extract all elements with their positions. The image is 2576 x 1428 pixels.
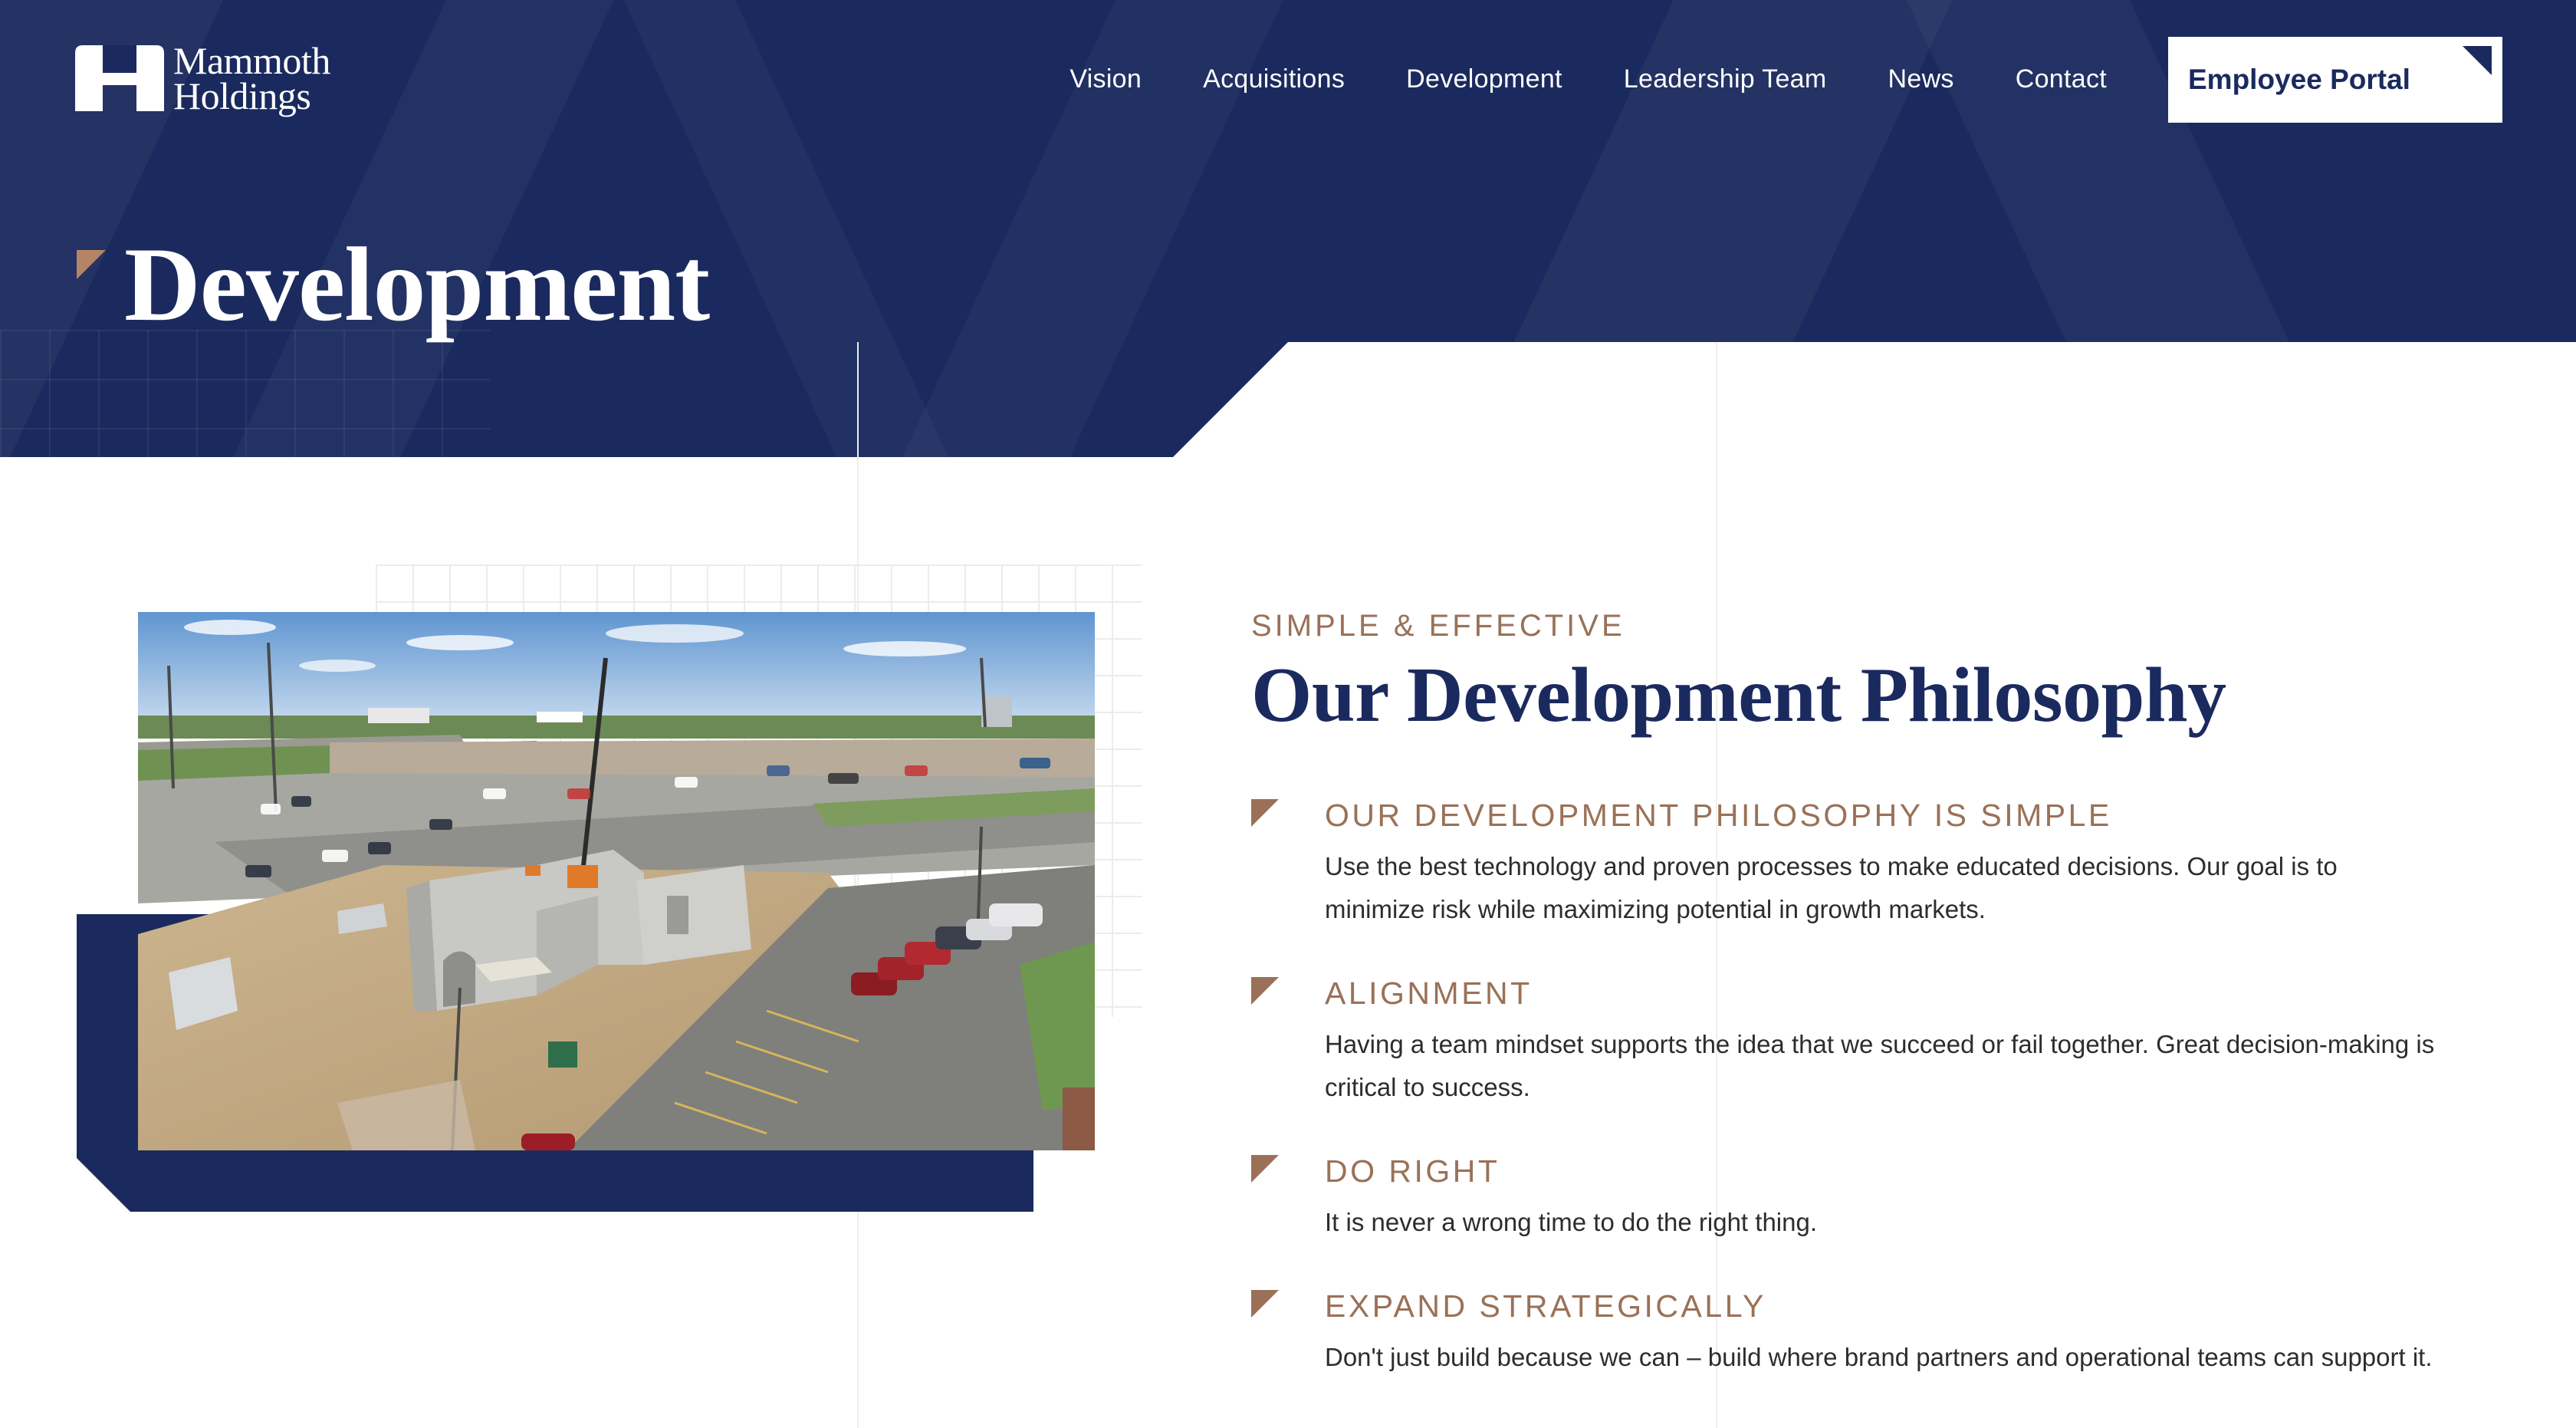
- item-body: It is never a wrong time to do the right…: [1325, 1208, 1818, 1236]
- corner-marker-icon: [1251, 977, 1279, 1005]
- corner-marker-icon: [1251, 1290, 1279, 1318]
- section-eyebrow: SIMPLE & EFFECTIVE: [1251, 609, 1625, 643]
- hero-grid-pattern: [0, 330, 491, 457]
- site-logo[interactable]: Mammoth Holdings: [75, 38, 330, 118]
- corner-marker-icon: [1251, 1155, 1279, 1183]
- nav-development[interactable]: Development: [1406, 64, 1562, 94]
- logo-line-1: Mammoth: [173, 39, 330, 82]
- item-title: ALIGNMENT: [1325, 976, 1533, 1011]
- list-item: ALIGNMENT Having a team mindset supports…: [1251, 974, 2447, 1109]
- page-title: Development: [124, 225, 710, 343]
- construction-site-photo: [138, 612, 1095, 1150]
- mammoth-h-logo-icon: [75, 45, 164, 111]
- main-nav: Vision Acquisitions Development Leadersh…: [1070, 64, 2107, 94]
- logo-line-2: Holdings: [173, 74, 311, 117]
- employee-portal-label: Employee Portal: [2188, 64, 2410, 95]
- list-item: EXPAND STRATEGICALLY Don't just build be…: [1251, 1287, 2447, 1379]
- item-title: EXPAND STRATEGICALLY: [1325, 1288, 1766, 1324]
- section-title: Our Development Philosophy: [1251, 652, 2226, 739]
- nav-vision[interactable]: Vision: [1070, 64, 1142, 94]
- corner-triangle-icon: [2463, 46, 2492, 75]
- nav-contact[interactable]: Contact: [2016, 64, 2107, 94]
- nav-news[interactable]: News: [1888, 64, 1954, 94]
- nav-acquisitions[interactable]: Acquisitions: [1203, 64, 1345, 94]
- item-title: DO RIGHT: [1325, 1153, 1500, 1189]
- nav-leadership-team[interactable]: Leadership Team: [1624, 64, 1827, 94]
- list-item: DO RIGHT It is never a wrong time to do …: [1251, 1152, 2447, 1244]
- philosophy-list: OUR DEVELOPMENT PHILOSOPHY IS SIMPLE Use…: [1251, 796, 2447, 1422]
- employee-portal-button[interactable]: Employee Portal: [2168, 37, 2502, 123]
- item-body: Don't just build because we can – build …: [1325, 1343, 2433, 1371]
- list-item: OUR DEVELOPMENT PHILOSOPHY IS SIMPLE Use…: [1251, 796, 2447, 931]
- philosophy-section: SIMPLE & EFFECTIVE Our Development Philo…: [1251, 609, 2447, 1371]
- item-body: Having a team mindset supports the idea …: [1325, 1030, 2435, 1101]
- item-title: OUR DEVELOPMENT PHILOSOPHY IS SIMPLE: [1325, 798, 2112, 833]
- corner-marker-icon: [77, 250, 106, 279]
- item-body: Use the best technology and proven proce…: [1325, 852, 2338, 923]
- logo-wordmark: Mammoth Holdings: [173, 39, 330, 117]
- hero-title-group: Development: [77, 225, 710, 343]
- corner-marker-icon: [1251, 799, 1279, 827]
